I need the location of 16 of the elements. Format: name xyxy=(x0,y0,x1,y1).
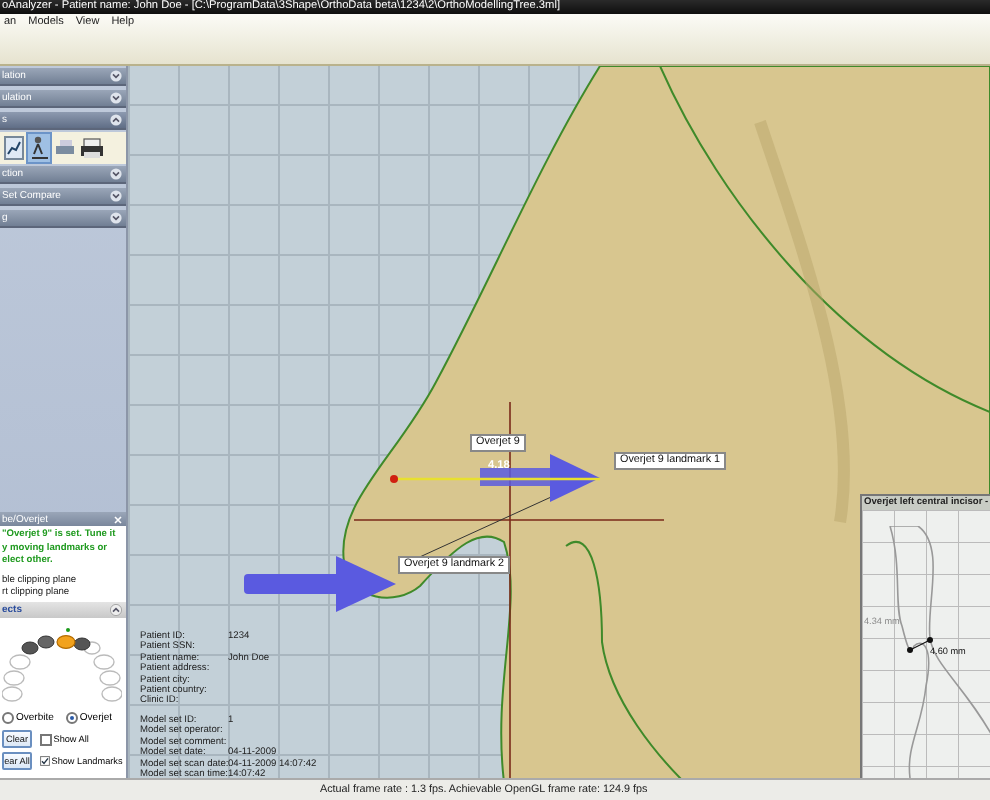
collapse-icon[interactable] xyxy=(110,114,122,126)
expand-icon[interactable] xyxy=(110,92,122,104)
expand-icon[interactable] xyxy=(110,190,122,202)
printer-icon[interactable] xyxy=(80,137,104,159)
checkbox[interactable] xyxy=(39,733,52,745)
person-icon[interactable] xyxy=(28,134,50,162)
expand-icon[interactable] xyxy=(110,168,122,180)
close-icon[interactable] xyxy=(114,515,122,524)
tooth-chart-drawing[interactable] xyxy=(2,622,122,706)
landmark-point xyxy=(390,475,398,483)
checkbox[interactable] xyxy=(39,756,50,766)
collapse-icon[interactable] xyxy=(110,604,122,616)
expand-icon[interactable] xyxy=(110,70,122,82)
expand-icon[interactable] xyxy=(110,212,122,224)
chart-icon[interactable] xyxy=(4,136,24,160)
measurement-arrow xyxy=(480,454,600,502)
